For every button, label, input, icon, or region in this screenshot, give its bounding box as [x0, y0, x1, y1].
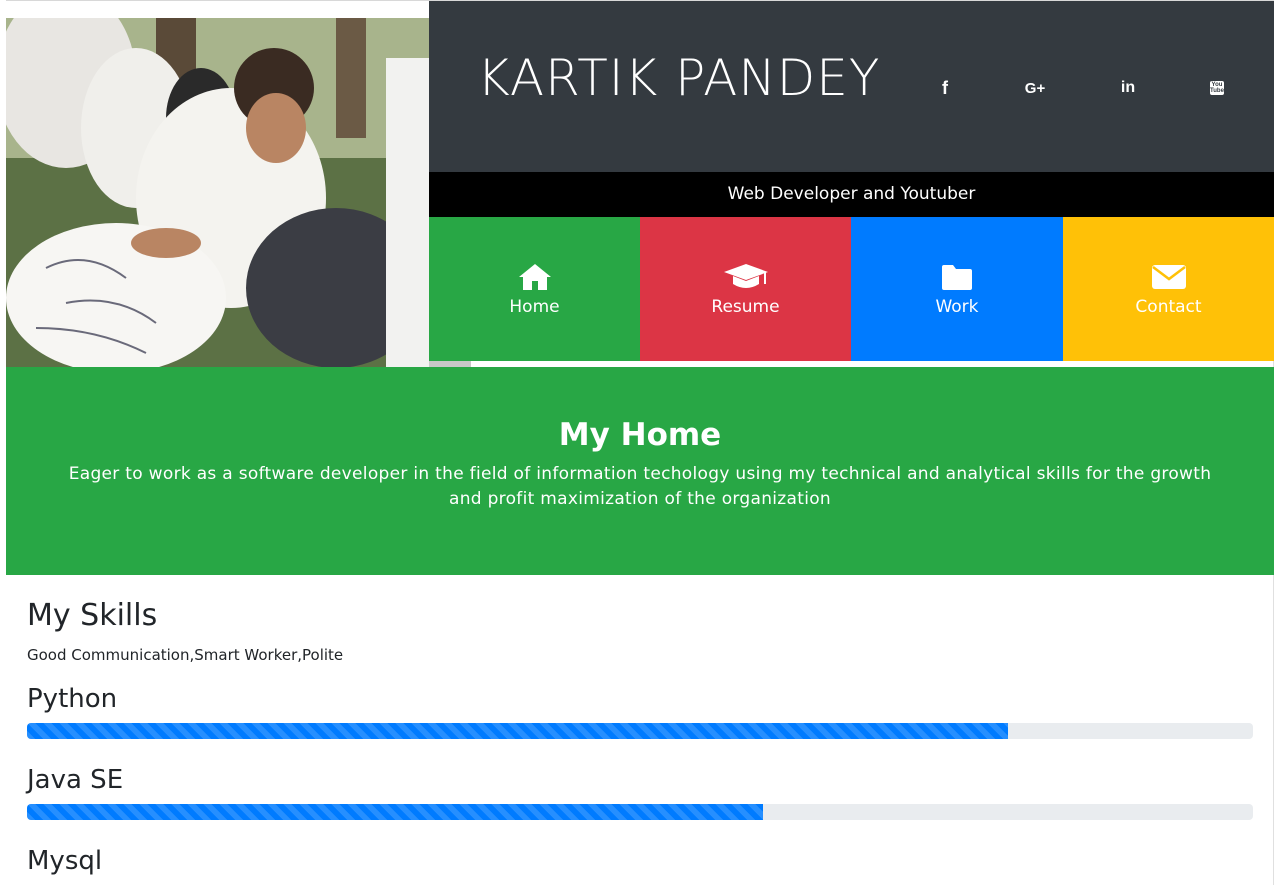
skill-java-progress-fill [27, 804, 763, 820]
linkedin-link[interactable]: in [1115, 75, 1141, 101]
nav-work-label: Work [935, 297, 979, 317]
nav-home-label: Home [509, 297, 560, 317]
nav-home[interactable]: Home [429, 217, 640, 361]
site-header: KARTIK PANDEY f G+ in You Tube [429, 1, 1274, 172]
facebook-link[interactable]: f [932, 75, 958, 101]
skill-mysql-label: Mysql [27, 846, 103, 876]
nav-contact[interactable]: Contact [1063, 217, 1274, 361]
home-icon [429, 261, 640, 293]
skill-python-label: Python [27, 684, 118, 714]
profile-photo [6, 18, 429, 367]
home-description: Eager to work as a software developer in… [68, 464, 1212, 509]
skill-python-progress [27, 723, 1253, 739]
nav-work[interactable]: Work [851, 217, 1063, 361]
google-plus-icon: G+ [1024, 79, 1046, 97]
home-title: My Home [558, 417, 722, 453]
nav-resume[interactable]: Resume [640, 217, 851, 361]
skill-java-progress [27, 804, 1253, 820]
youtube-link[interactable]: You Tube [1204, 75, 1230, 101]
skills-title: My Skills [27, 598, 158, 633]
home-section: My Home Eager to work as a software deve… [6, 367, 1274, 575]
folder-icon [851, 261, 1063, 293]
skill-java-label: Java SE [27, 765, 124, 795]
nav-resume-label: Resume [711, 297, 780, 317]
skills-description: Good Communication,Smart Worker,Polite [27, 646, 344, 664]
facebook-icon: f [942, 77, 948, 98]
envelope-icon [1063, 261, 1274, 293]
tagline: Web Developer and Youtuber [727, 184, 976, 204]
graduation-cap-icon [640, 261, 851, 293]
linkedin-icon: in [1120, 79, 1136, 96]
nav-contact-label: Contact [1135, 297, 1202, 317]
skill-python-progress-fill [27, 723, 1008, 739]
site-title: KARTIK PANDEY [477, 49, 881, 107]
google-plus-link[interactable]: G+ [1022, 75, 1048, 101]
tagline-bar: Web Developer and Youtuber [429, 172, 1274, 217]
youtube-icon: You Tube [1210, 81, 1224, 95]
